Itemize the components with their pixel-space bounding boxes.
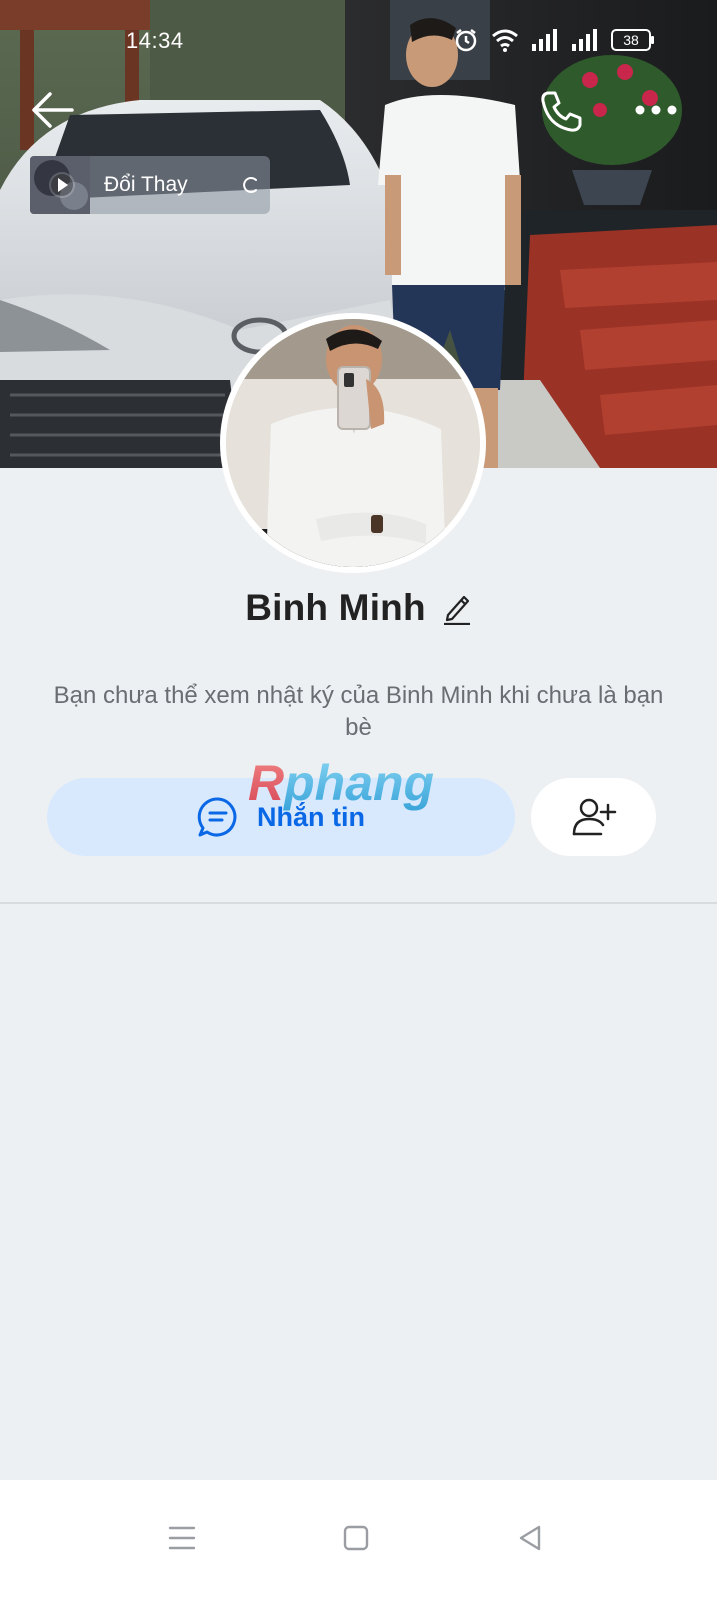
more-horizontal-icon: [635, 105, 677, 115]
status-icons: 38: [453, 27, 655, 53]
battery-level: 38: [623, 32, 639, 48]
alarm-icon: [455, 29, 477, 52]
privacy-note: Bạn chưa thể xem nhật ký của Binh Minh k…: [53, 682, 664, 741]
watermark-text: Rphang: [248, 755, 434, 811]
nav-home-button[interactable]: [326, 1508, 386, 1568]
section-divider: [0, 902, 717, 904]
edit-name-button[interactable]: [442, 591, 472, 626]
avatar[interactable]: [220, 313, 486, 573]
loading-icon: [243, 177, 257, 193]
arrow-left-icon: [32, 92, 74, 128]
profile-name-row: Binh Minh: [0, 584, 717, 632]
add-friend-button[interactable]: [531, 778, 656, 856]
signal-icon: [572, 29, 597, 51]
status-bar: 14:34 38: [0, 22, 717, 62]
call-button[interactable]: [538, 88, 584, 134]
more-button[interactable]: [632, 92, 680, 128]
profile-name: Binh Minh: [245, 587, 426, 628]
add-friend-icon: [572, 798, 616, 836]
pencil-icon: [443, 595, 470, 626]
music-thumbnail: [30, 156, 90, 214]
play-icon: [51, 174, 73, 196]
wifi-icon: [492, 29, 518, 52]
avatar-image: [226, 319, 480, 567]
back-button[interactable]: [28, 88, 76, 132]
back-triangle-icon: [519, 1525, 541, 1551]
nav-menu-button[interactable]: [152, 1508, 212, 1568]
phone-icon: [541, 91, 582, 132]
chat-bubble-icon: [197, 797, 237, 837]
nav-back-button[interactable]: [500, 1508, 560, 1568]
watermark-logo: Rphang: [248, 755, 434, 811]
music-chip[interactable]: Đổi Thay: [30, 156, 270, 214]
music-title: Đổi Thay: [104, 173, 188, 196]
signal-icon: [532, 29, 557, 51]
status-time: 14:34: [126, 28, 184, 53]
home-square-icon: [343, 1525, 369, 1551]
battery-icon: 38: [611, 29, 655, 51]
system-nav-bar: [0, 1480, 717, 1600]
menu-icon: [168, 1526, 196, 1550]
